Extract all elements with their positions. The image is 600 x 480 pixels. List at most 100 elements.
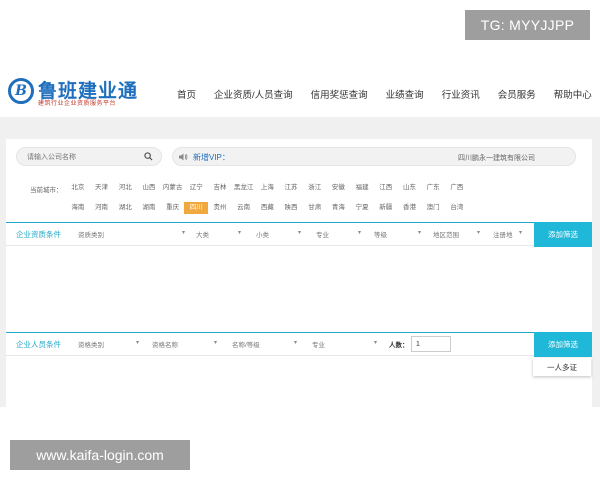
chevron-down-icon: ▾	[182, 230, 186, 236]
nav-help-center[interactable]: 帮助中心	[545, 87, 600, 101]
person-filter-bar: 企业人员条件 资格类别 ▾ 资格名称 ▾ 名称/等级 ▾ 专业 ▾ 人数： 添加筛选	[6, 332, 592, 357]
region-item[interactable]: 新疆	[374, 202, 398, 214]
chevron-down-icon: ▾	[298, 230, 302, 236]
region-item[interactable]: 河北	[113, 182, 137, 194]
new-vip-company[interactable]: 四川鹏永一建筑有限公司	[458, 153, 535, 163]
new-vip-label: 新增VIP：	[193, 153, 230, 162]
company-search-input[interactable]	[27, 150, 137, 164]
region-item[interactable]: 云南	[232, 202, 256, 214]
region-item[interactable]: 安徽	[327, 182, 351, 194]
search-icon[interactable]	[144, 152, 153, 161]
main-nav: 首页 企业资质/人员查询 信用奖惩查询 业绩查询 行业资讯 会员服务 帮助中心	[168, 87, 600, 101]
speaker-icon	[179, 153, 188, 161]
region-item[interactable]: 黑龙江	[232, 182, 256, 194]
region-scope-select[interactable]: 地区范围 ▾	[433, 229, 480, 239]
region-item[interactable]: 湖南	[137, 202, 161, 214]
select-label: 等级	[374, 232, 387, 239]
region-selector: 北京 天津 河北 山西 内蒙古 辽宁 吉林 黑龙江 上海 江苏 浙江 安徽 福建…	[66, 182, 566, 222]
region-item[interactable]: 宁夏	[350, 202, 374, 214]
select-label: 注册地	[493, 232, 513, 239]
chevron-down-icon: ▾	[294, 340, 298, 346]
region-label: 当前城市：	[30, 187, 63, 194]
region-item[interactable]: 江苏	[279, 182, 303, 194]
search-row: 新增VIP： 四川鹏永一建筑有限公司	[16, 147, 576, 167]
chevron-down-icon: ▾	[374, 340, 378, 346]
region-item[interactable]: 天津	[90, 182, 114, 194]
nav-credit-query[interactable]: 信用奖惩查询	[302, 87, 377, 101]
region-row: 海南 河南 湖北 湖南 重庆 四川 贵州 云南 西藏 陕西 甘肃 青海 宁夏 新…	[66, 202, 566, 214]
select-label: 小类	[256, 232, 269, 239]
select-label: 资质类别	[78, 232, 104, 239]
person-filter-title: 企业人员条件	[16, 340, 61, 349]
region-item[interactable]: 北京	[66, 182, 90, 194]
region-item[interactable]: 辽宁	[184, 182, 208, 194]
select-label: 大类	[196, 232, 209, 239]
region-item[interactable]: 上海	[256, 182, 280, 194]
specialty-select[interactable]: 专业 ▾	[316, 229, 361, 239]
chevron-down-icon: ▾	[519, 230, 523, 236]
region-item[interactable]: 台湾	[445, 202, 469, 214]
region-item[interactable]: 广西	[445, 182, 469, 194]
select-label: 专业	[316, 232, 329, 239]
chevron-down-icon: ▾	[136, 340, 140, 346]
region-item[interactable]: 香港	[398, 202, 422, 214]
select-label: 资格名称	[152, 342, 178, 349]
chevron-down-icon: ▾	[418, 230, 422, 236]
company-filter-bar: 企业资质条件 资质类别 ▾ 大类 ▾ 小类 ▾ 专业 ▾ 等级 ▾ 地区范围 ▾ 注册地 ▾ …	[6, 222, 592, 247]
grade-select[interactable]: 等级 ▾	[374, 229, 421, 239]
qualification-category-select[interactable]: 资质类别 ▾	[78, 229, 185, 239]
nav-industry-news[interactable]: 行业资讯	[433, 87, 489, 101]
logo-slogan: 建筑行业企业资质服务平台	[38, 101, 117, 107]
page-root: TG: MYYJJPP B 鲁班建业通 建筑行业企业资质服务平台 首页 企业资质…	[0, 0, 600, 480]
name-grade-select[interactable]: 名称/等级 ▾	[232, 339, 297, 349]
multi-certificate-option[interactable]: 一人多证	[533, 358, 591, 376]
chevron-down-icon: ▾	[477, 230, 481, 236]
region-item-active[interactable]: 四川	[184, 202, 209, 214]
person-count-label: 人数：	[389, 342, 409, 349]
registered-location-select[interactable]: 注册地 ▾	[493, 229, 522, 239]
person-specialty-select[interactable]: 专业 ▾	[312, 339, 377, 349]
region-item[interactable]: 吉林	[208, 182, 232, 194]
select-label: 地区范围	[433, 232, 459, 239]
region-item[interactable]: 广东	[421, 182, 445, 194]
site-header: B 鲁班建业通 建筑行业企业资质服务平台 首页 企业资质/人员查询 信用奖惩查询…	[0, 70, 600, 115]
certificate-name-select[interactable]: 资格名称 ▾	[152, 339, 217, 349]
nav-performance-query[interactable]: 业绩查询	[377, 87, 433, 101]
region-item[interactable]: 福建	[350, 182, 374, 194]
region-item[interactable]: 贵州	[208, 202, 232, 214]
add-person-filter-button[interactable]: 添加筛选	[534, 332, 592, 357]
certificate-category-select[interactable]: 资格类别 ▾	[78, 339, 139, 349]
major-class-select[interactable]: 大类 ▾	[196, 229, 241, 239]
nav-home[interactable]: 首页	[168, 87, 205, 101]
nav-qualification-query[interactable]: 企业资质/人员查询	[205, 87, 302, 101]
region-row: 北京 天津 河北 山西 内蒙古 辽宁 吉林 黑龙江 上海 江苏 浙江 安徽 福建…	[66, 182, 566, 194]
add-company-filter-button[interactable]: 添加筛选	[534, 222, 592, 247]
region-item[interactable]: 山东	[398, 182, 422, 194]
region-item[interactable]: 江西	[374, 182, 398, 194]
region-item[interactable]: 陕西	[279, 202, 303, 214]
region-item[interactable]: 西藏	[256, 202, 280, 214]
select-label: 名称/等级	[232, 342, 260, 349]
region-item[interactable]: 浙江	[303, 182, 327, 194]
site-logo[interactable]: B 鲁班建业通 建筑行业企业资质服务平台	[8, 76, 137, 110]
region-item[interactable]: 湖北	[113, 202, 137, 214]
region-item[interactable]: 河南	[90, 202, 114, 214]
nav-member-service[interactable]: 会员服务	[489, 87, 545, 101]
minor-class-select[interactable]: 小类 ▾	[256, 229, 301, 239]
region-item[interactable]: 澳门	[421, 202, 445, 214]
chevron-down-icon: ▾	[238, 230, 242, 236]
chevron-down-icon: ▾	[358, 230, 362, 236]
select-label: 资格类别	[78, 342, 104, 349]
region-item[interactable]: 甘肃	[303, 202, 327, 214]
region-item[interactable]: 青海	[327, 202, 351, 214]
new-vip-ticker: 新增VIP： 四川鹏永一建筑有限公司	[172, 147, 576, 166]
region-item[interactable]: 山西	[137, 182, 161, 194]
person-count-input[interactable]	[411, 336, 451, 352]
region-item[interactable]: 内蒙古	[161, 182, 185, 194]
region-item[interactable]: 重庆	[161, 202, 185, 214]
url-watermark-badge: www.kaifa-login.com	[10, 440, 190, 470]
company-filter-title: 企业资质条件	[16, 230, 61, 239]
region-item[interactable]: 海南	[66, 202, 90, 214]
logo-icon: B	[8, 78, 34, 104]
query-panel	[6, 139, 592, 407]
